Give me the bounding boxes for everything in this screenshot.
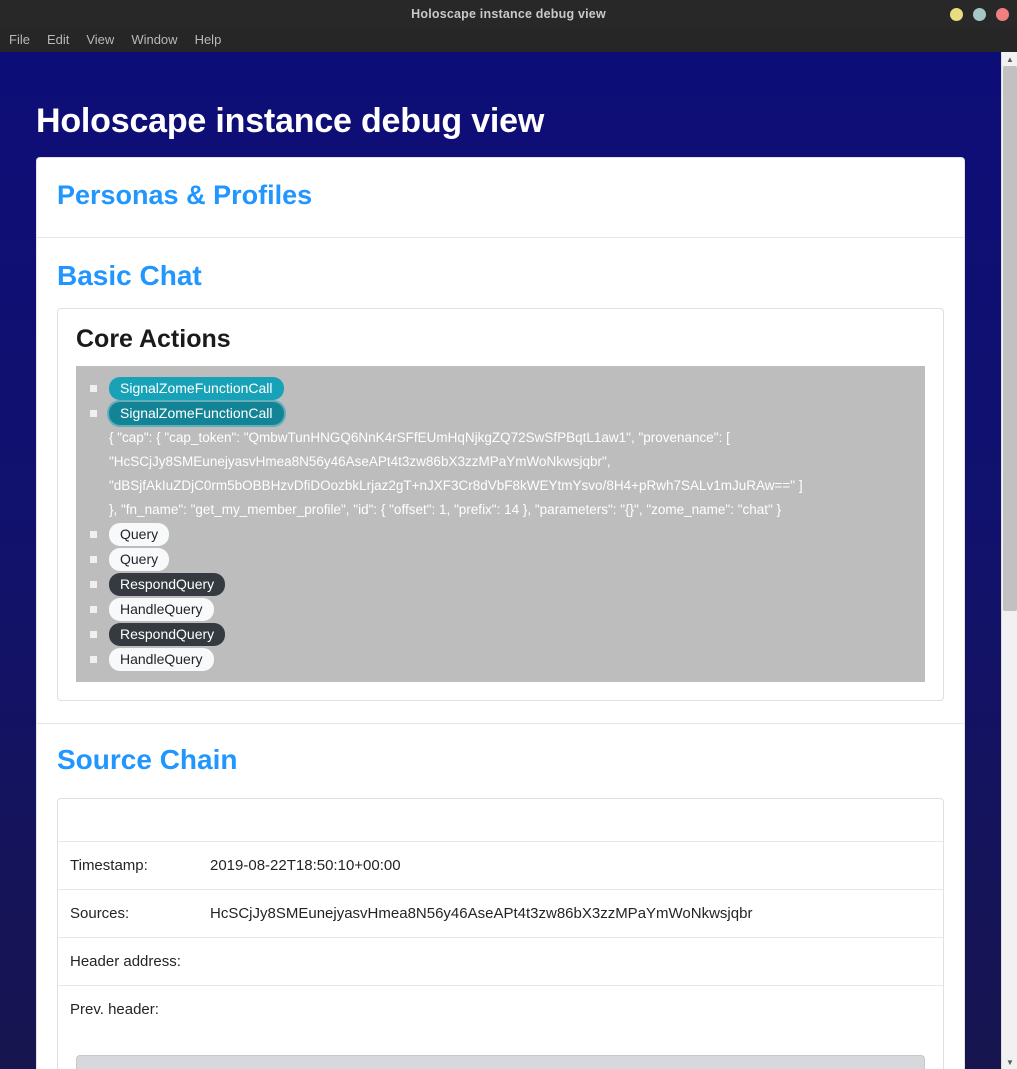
menu-item-view[interactable]: View [86,28,114,52]
row-label: Sources: [70,905,130,922]
payload-line: "dBSjfAkIuZDjC0rm5bOBBHzvDfiDOozbkLrjaz2… [109,478,803,493]
row-label: Timestamp: [70,857,148,874]
core-actions-log[interactable]: SignalZomeFunctionCall SignalZomeFunctio… [76,366,925,682]
dna-omitted-notice: DNA omitted [76,1055,925,1069]
payload-json: { "cap": { "cap_token": "QmbwTunHNGQ6NnK… [90,426,911,522]
menu-item-help[interactable]: Help [195,28,222,52]
list-item[interactable]: Query [90,522,911,547]
scroll-down-icon[interactable]: ▼ [1002,1055,1017,1069]
main-card: Personas & Profiles Basic Chat Core Acti… [36,157,965,1069]
table-row: Sources: HcSCjJy8SMEunejyasvHmea8N56y46A… [58,889,943,938]
status-badge[interactable]: HandleQuery [109,598,214,621]
section-basic-chat: Basic Chat Core Actions SignalZomeFuncti… [37,238,964,724]
status-badge[interactable]: HandleQuery [109,648,214,671]
source-chain-heading: Source Chain [57,744,238,775]
personas-heading: Personas & Profiles [57,180,313,210]
source-chain-card: Timestamp: 2019-08-22T18:50:10+00:00 Sou… [57,798,944,1069]
bullet-icon [90,581,97,588]
bullet-icon [90,606,97,613]
table-row: Header address: [58,937,943,986]
bullet-icon [90,556,97,563]
payload-line: { "cap": { "cap_token": "QmbwTunHNGQ6NnK… [109,430,730,445]
list-item[interactable]: SignalZomeFunctionCall [90,401,911,426]
page-viewport: Holoscape instance debug view Personas &… [0,52,1017,1069]
page-content: Holoscape instance debug view Personas &… [0,52,1001,1069]
minimize-button[interactable] [950,7,963,21]
core-actions-list: SignalZomeFunctionCall SignalZomeFunctio… [90,376,911,672]
window-controls [950,0,1009,28]
core-actions-card: Core Actions SignalZomeFunctionCall Sign… [57,308,944,701]
row-value [210,986,943,1034]
scrollbar-thumb[interactable] [1003,66,1017,611]
status-badge[interactable]: Query [109,523,170,546]
core-actions-heading: Core Actions [76,325,231,353]
list-item[interactable]: Query [90,547,911,572]
menu-item-edit[interactable]: Edit [47,28,69,52]
section-source-chain: Source Chain Timestamp: 2019-08-22T18:50… [37,724,964,1069]
row-label: Header address: [70,953,181,970]
status-badge[interactable]: RespondQuery [109,573,226,596]
menu-item-file[interactable]: File [9,28,30,52]
bullet-icon [90,531,97,538]
scroll-up-icon[interactable]: ▲ [1002,52,1017,66]
bullet-icon [90,656,97,663]
source-chain-table: Timestamp: 2019-08-22T18:50:10+00:00 Sou… [58,841,943,1033]
list-item[interactable]: RespondQuery [90,572,911,597]
core-actions-payload: { "cap": { "cap_token": "QmbwTunHNGQ6NnK… [90,426,911,522]
basic-chat-heading: Basic Chat [57,260,202,291]
maximize-button[interactable] [973,7,986,21]
core-actions-body: Core Actions SignalZomeFunctionCall Sign… [58,309,943,700]
list-item[interactable]: RespondQuery [90,622,911,647]
payload-line: }, "fn_name": "get_my_member_profile", "… [109,502,782,517]
section-personas-profiles: Personas & Profiles [37,158,964,238]
row-value [210,938,943,986]
window-titlebar: Holoscape instance debug view [0,0,1017,28]
table-row: Timestamp: 2019-08-22T18:50:10+00:00 [58,841,943,890]
page-title: Holoscape instance debug view [36,102,545,140]
close-button[interactable] [996,7,1009,21]
menu-item-window[interactable]: Window [131,28,177,52]
status-badge[interactable]: Query [109,548,170,571]
row-label: Prev. header: [70,1001,159,1018]
vertical-scrollbar[interactable]: ▲ ▼ [1001,52,1017,1069]
menubar: File Edit View Window Help [0,28,1017,52]
status-badge[interactable]: RespondQuery [109,623,226,646]
window-title: Holoscape instance debug view [411,7,606,21]
table-row: Prev. header: [58,985,943,1034]
row-value: HcSCjJy8SMEunejyasvHmea8N56y46AseAPt4t3z… [210,905,753,922]
status-badge[interactable]: SignalZomeFunctionCall [109,377,284,400]
list-item[interactable]: SignalZomeFunctionCall [90,376,911,401]
payload-line: "HcSCjJy8SMEunejyasvHmea8N56y46AseAPt4t3… [109,454,611,469]
list-item[interactable]: HandleQuery [90,597,911,622]
list-item[interactable]: HandleQuery [90,647,911,672]
status-badge[interactable]: SignalZomeFunctionCall [109,402,284,425]
bullet-icon [90,410,97,417]
row-value: 2019-08-22T18:50:10+00:00 [210,857,401,874]
bullet-icon [90,385,97,392]
bullet-icon [90,631,97,638]
source-chain-card-spacer [58,799,943,841]
